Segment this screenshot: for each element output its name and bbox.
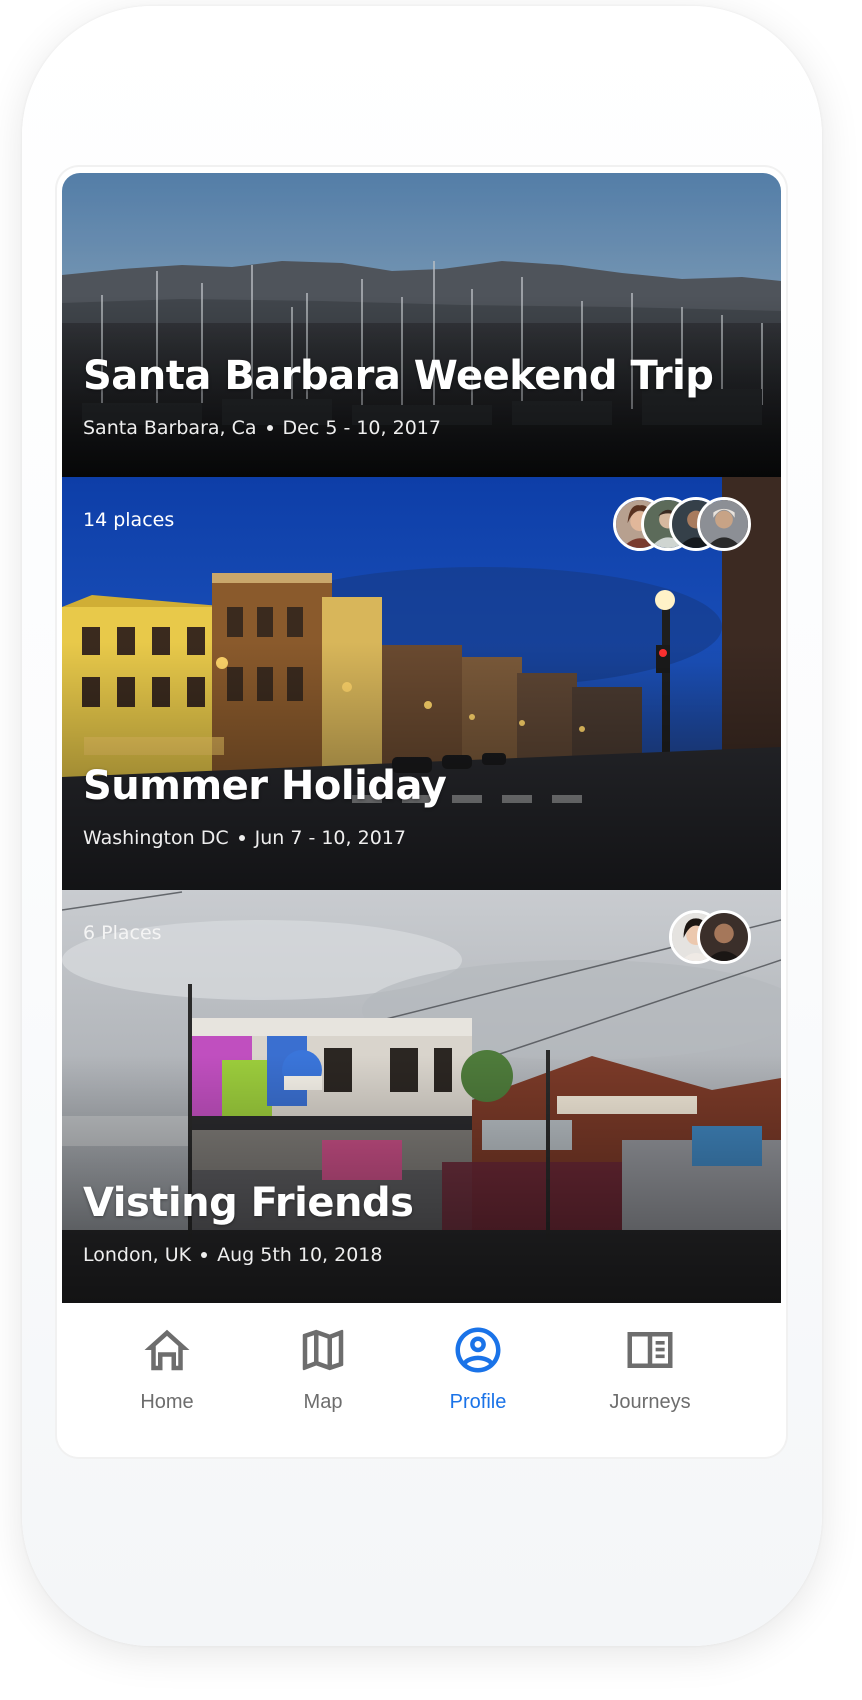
card-title: Summer Holiday [83, 763, 447, 809]
separator-dot [238, 835, 245, 841]
journal-icon [627, 1332, 673, 1368]
nav-item-journeys[interactable]: Journeys [575, 1323, 725, 1414]
journey-card-summer-holiday[interactable]: 14 places Summer Holiday Washington DC J… [62, 477, 781, 890]
avatar [697, 497, 751, 551]
card-title: Santa Barbara Weekend Trip [83, 353, 714, 399]
account-circle-icon [455, 1327, 501, 1373]
card-location: Santa Barbara, Ca [83, 417, 257, 439]
journey-card-santa-barbara[interactable]: Santa Barbara Weekend Trip Santa Barbara… [62, 173, 781, 477]
nav-item-home[interactable]: Home [92, 1323, 242, 1414]
nav-label: Map [303, 1391, 343, 1413]
separator-dot [201, 1252, 208, 1258]
app-screen: Santa Barbara Weekend Trip Santa Barbara… [57, 167, 786, 1457]
collaborator-avatars[interactable] [613, 497, 751, 551]
nav-item-profile[interactable]: Profile [403, 1323, 553, 1414]
card-meta: London, UK Aug 5th 10, 2018 [83, 1244, 382, 1266]
places-count: 14 places [83, 509, 175, 531]
home-icon [144, 1329, 190, 1371]
card-dates: Dec 5 - 10, 2017 [282, 417, 441, 439]
nav-label: Profile [449, 1391, 507, 1413]
nav-item-map[interactable]: Map [248, 1323, 398, 1414]
card-location: London, UK [83, 1244, 192, 1266]
card-location: Washington DC [83, 827, 229, 849]
card-title: Visting Friends [83, 1180, 414, 1226]
card-meta: Santa Barbara, Ca Dec 5 - 10, 2017 [83, 417, 441, 439]
map-icon [302, 1329, 344, 1371]
card-meta: Washington DC Jun 7 - 10, 2017 [83, 827, 406, 849]
journey-card-visting-friends[interactable]: 6 Places Visting Friends London, UK Aug … [62, 890, 781, 1303]
avatar [697, 910, 751, 964]
bottom-navigation: Home Map Profile Journeys [57, 1303, 786, 1457]
card-dates: Aug 5th 10, 2018 [217, 1244, 383, 1266]
places-count: 6 Places [83, 922, 162, 944]
collaborator-avatars[interactable] [669, 910, 751, 964]
nav-label: Home [140, 1391, 194, 1413]
nav-label: Journeys [609, 1391, 691, 1413]
separator-dot [266, 425, 273, 431]
card-dates: Jun 7 - 10, 2017 [254, 827, 406, 849]
